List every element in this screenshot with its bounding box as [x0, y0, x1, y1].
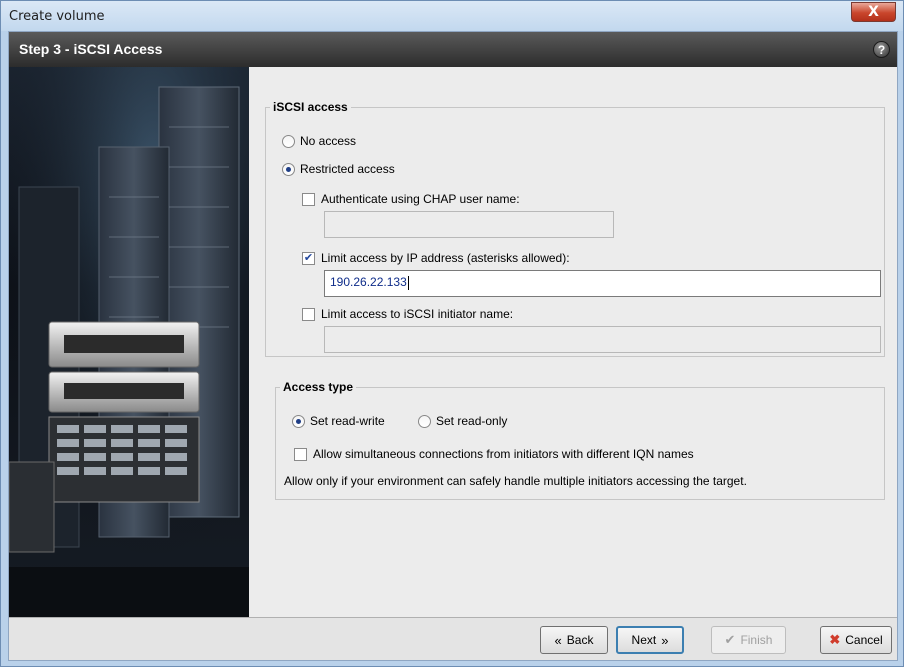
dialog-client: Step 3 - iSCSI Access ? iSCSI access No … — [8, 31, 898, 661]
double-chevron-left-icon: « — [554, 632, 562, 648]
double-chevron-right-icon: » — [661, 632, 669, 648]
button-bar: « Back Next » ✔ Finish ✖ Cancel — [9, 617, 897, 660]
read-only-radio[interactable] — [418, 414, 431, 428]
initiator-option[interactable]: Limit access to iSCSI initiator name: — [302, 307, 513, 321]
read-write-option[interactable]: Set read-write — [292, 414, 385, 428]
cancel-label: Cancel — [845, 633, 883, 647]
chap-option[interactable]: Authenticate using CHAP user name: — [302, 192, 520, 206]
next-button[interactable]: Next » — [616, 626, 684, 654]
simultaneous-checkbox[interactable] — [294, 447, 307, 461]
restricted-access-radio[interactable] — [282, 162, 295, 176]
simultaneous-note: Allow only if your environment can safel… — [284, 474, 747, 488]
storage-array-illustration — [9, 67, 249, 617]
chap-checkbox[interactable] — [302, 192, 315, 206]
access-type-legend: Access type — [280, 380, 357, 394]
ip-label: Limit access by IP address (asterisks al… — [321, 251, 570, 265]
step-header: Step 3 - iSCSI Access ? — [9, 32, 897, 67]
initiator-checkbox[interactable] — [302, 307, 315, 321]
storage-array-image — [9, 67, 249, 617]
cancel-button[interactable]: ✖ Cancel — [820, 626, 892, 654]
no-access-label: No access — [300, 134, 357, 148]
simultaneous-option[interactable]: Allow simultaneous connections from init… — [294, 447, 694, 461]
ip-checkbox[interactable]: ✔ — [302, 251, 315, 265]
back-label: Back — [566, 633, 594, 647]
read-write-label: Set read-write — [310, 414, 385, 428]
ip-option[interactable]: ✔ Limit access by IP address (asterisks … — [302, 251, 570, 265]
restricted-access-label: Restricted access — [300, 162, 395, 176]
title-bar[interactable]: Create volume X — [1, 1, 903, 31]
step-title: Step 3 - iSCSI Access — [19, 41, 163, 57]
iscsi-access-legend: iSCSI access — [270, 100, 351, 114]
ip-address-field[interactable]: 190.26.22.133 — [324, 270, 881, 297]
finish-label: Finish — [740, 633, 773, 647]
chap-user-field[interactable] — [324, 211, 614, 238]
content-panel: iSCSI access No access Restricted access… — [249, 67, 897, 617]
back-button[interactable]: « Back — [540, 626, 608, 654]
initiator-label: Limit access to iSCSI initiator name: — [321, 307, 514, 321]
text-caret — [407, 275, 409, 290]
iscsi-access-group: iSCSI access No access Restricted access… — [265, 100, 885, 357]
read-write-radio[interactable] — [292, 414, 305, 428]
no-access-option[interactable]: No access — [282, 134, 356, 148]
restricted-access-option[interactable]: Restricted access — [282, 162, 395, 176]
close-button[interactable]: X — [851, 2, 896, 22]
next-label: Next — [631, 633, 657, 647]
window-title: Create volume — [9, 9, 105, 24]
read-only-label: Set read-only — [436, 414, 508, 428]
checkmark-icon: ✔ — [724, 632, 736, 647]
simultaneous-note-text: Allow only if your environment can safel… — [284, 474, 747, 488]
initiator-name-field[interactable] — [324, 326, 881, 353]
red-x-icon: ✖ — [829, 632, 841, 647]
read-only-option[interactable]: Set read-only — [418, 414, 507, 428]
finish-button[interactable]: ✔ Finish — [711, 626, 786, 654]
no-access-radio[interactable] — [282, 134, 295, 148]
ip-address-value: 190.26.22.133 — [330, 275, 407, 289]
chap-label: Authenticate using CHAP user name: — [321, 192, 520, 206]
simultaneous-label: Allow simultaneous connections from init… — [313, 447, 694, 461]
close-icon: X — [868, 4, 879, 20]
dialog-window: Create volume X Step 3 - iSCSI Access ? — [0, 0, 904, 667]
access-type-group: Access type Set read-write Set read-only… — [275, 380, 885, 500]
help-icon[interactable]: ? — [873, 41, 890, 58]
